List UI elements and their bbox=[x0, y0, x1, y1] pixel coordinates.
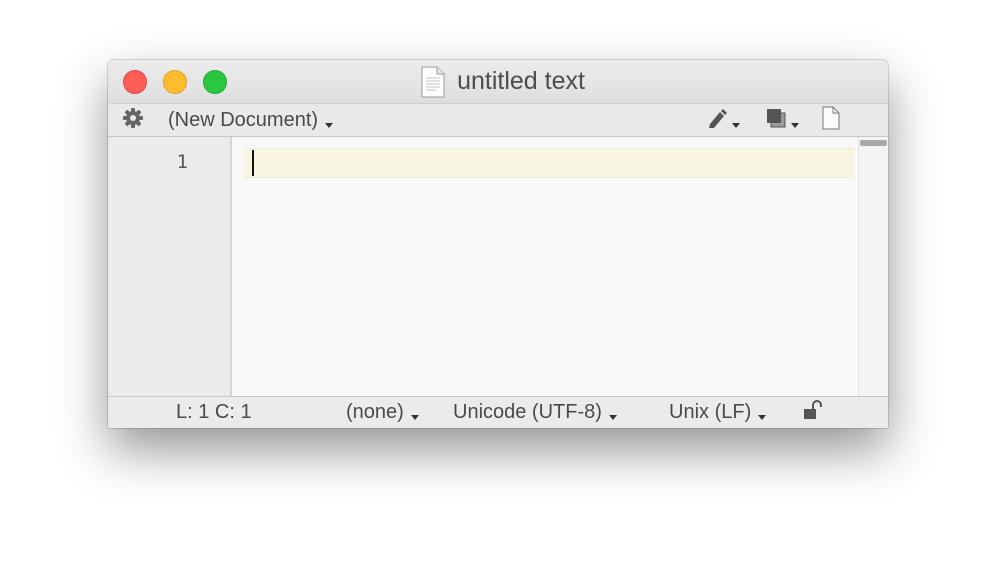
line-number: 1 bbox=[176, 151, 188, 173]
editor-window: untitled text (New Document) 1 L: 1 C: 1… bbox=[108, 60, 888, 428]
current-line-highlight bbox=[244, 148, 854, 178]
title-group: untitled text bbox=[108, 60, 888, 103]
gear-menu-button[interactable] bbox=[122, 104, 144, 136]
markup-menu-button[interactable] bbox=[706, 104, 740, 136]
language-menu[interactable]: (none) bbox=[346, 397, 419, 428]
syntax-menu-label: (New Document) bbox=[168, 108, 319, 131]
line-endings-menu[interactable]: Unix (LF) bbox=[669, 397, 767, 428]
gear-icon bbox=[122, 107, 144, 134]
editor-area: 1 bbox=[108, 137, 888, 396]
chevron-down-icon bbox=[791, 122, 799, 128]
status-bar: L: 1 C: 1 (none) Unicode (UTF-8) Unix (L… bbox=[108, 396, 888, 428]
scrollbar-thumb[interactable] bbox=[860, 140, 887, 146]
window-title: untitled text bbox=[457, 67, 585, 95]
title-bar[interactable]: untitled text bbox=[108, 60, 888, 103]
encoding-label: Unicode (UTF-8) bbox=[453, 401, 602, 423]
lock-button[interactable] bbox=[802, 397, 824, 428]
chevron-down-icon bbox=[608, 415, 617, 420]
vertical-scrollbar[interactable] bbox=[858, 137, 888, 396]
layers-icon bbox=[765, 107, 787, 134]
chevron-down-icon bbox=[410, 415, 419, 420]
text-editor[interactable] bbox=[232, 137, 858, 396]
language-label: (none) bbox=[346, 401, 404, 423]
document-proxy-icon[interactable] bbox=[421, 66, 445, 98]
cursor-position[interactable]: L: 1 C: 1 bbox=[176, 397, 252, 428]
document-icon bbox=[820, 106, 842, 135]
chevron-down-icon bbox=[758, 415, 767, 420]
unlocked-icon bbox=[802, 399, 824, 427]
text-cursor bbox=[252, 150, 254, 176]
encoding-menu[interactable]: Unicode (UTF-8) bbox=[453, 397, 617, 428]
line-number-gutter: 1 bbox=[108, 137, 232, 396]
windows-menu-button[interactable] bbox=[765, 104, 799, 136]
chevron-down-icon bbox=[325, 122, 334, 128]
document-info-button[interactable] bbox=[820, 104, 842, 136]
toolbar: (New Document) bbox=[108, 103, 888, 137]
line-endings-label: Unix (LF) bbox=[669, 401, 752, 423]
pen-icon bbox=[706, 107, 728, 134]
chevron-down-icon bbox=[732, 122, 740, 128]
syntax-menu[interactable]: (New Document) bbox=[168, 104, 334, 136]
